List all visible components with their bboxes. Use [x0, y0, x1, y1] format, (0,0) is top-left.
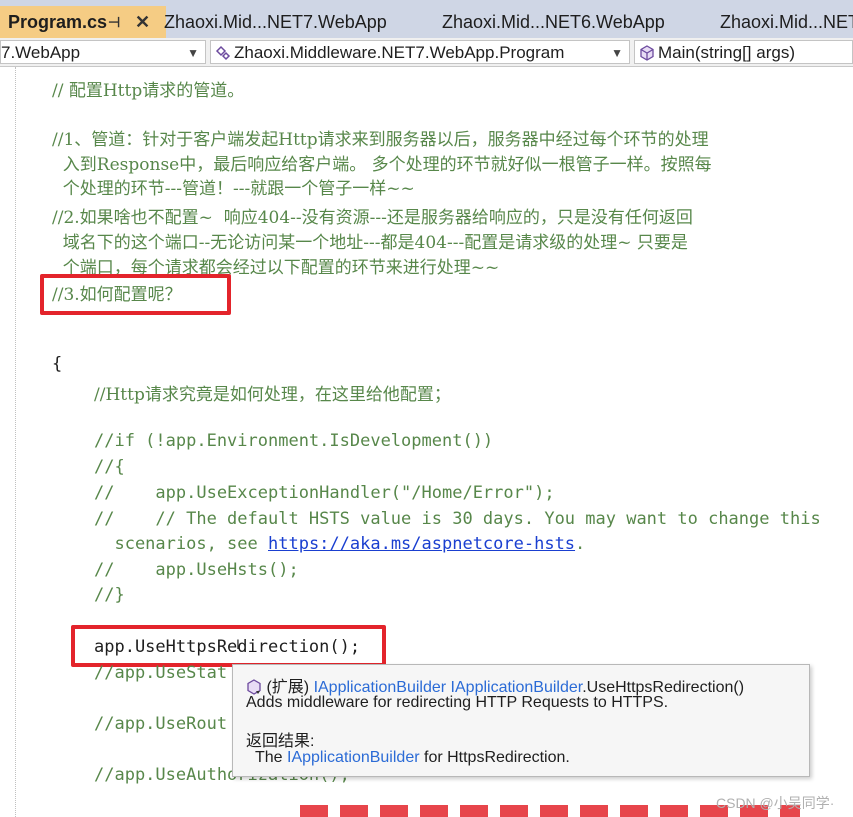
- highlight-box: [40, 274, 231, 315]
- tab-net7-webapp[interactable]: Zhaoxi.Mid...NET7.WebApp: [164, 6, 414, 38]
- code-line: // 配置Http请求的管道。: [52, 81, 245, 101]
- tab-label: Zhaoxi.Mid...NET: [720, 12, 853, 32]
- tooltip-returns-label: 返回结果:: [246, 733, 315, 750]
- code-line: // app.UseExceptionHandler("/Home/Error"…: [94, 483, 555, 503]
- tab-label: Zhaoxi.Mid...NET7.WebApp: [164, 12, 387, 32]
- pin-icon[interactable]: ⊣: [108, 6, 120, 38]
- project-label: 7.WebApp: [1, 43, 81, 62]
- open-brace: {: [52, 354, 63, 374]
- class-icon: [215, 45, 231, 61]
- code-line: // app.UseHsts();: [94, 560, 299, 580]
- code-line: //}: [94, 585, 125, 605]
- chevron-down-icon: ▼: [611, 46, 623, 60]
- code-line: //1、管道：针对于客户端发起Http请求来到服务器以后，服务器中经过每个环节的…: [52, 130, 709, 150]
- code-line: //app.UseStat: [94, 663, 228, 683]
- code-line: //app.UseRout: [94, 714, 228, 734]
- code-text: scenarios, see: [94, 534, 268, 554]
- returns-post: for HttpsRedirection.: [419, 749, 570, 766]
- member-label: Main(string[] args): [658, 43, 795, 62]
- code-line: //Http请求究竟是如何处理，在这里给他配置；: [94, 385, 451, 405]
- project-dropdown[interactable]: 7.WebApp ▼: [0, 40, 206, 64]
- watermark: CSDN @小吴同学·: [716, 795, 835, 811]
- code-line: //{: [94, 457, 125, 477]
- code-line: scenarios, see https://aka.ms/aspnetcore…: [94, 534, 585, 554]
- close-icon[interactable]: ✕: [135, 6, 150, 38]
- returns-pre: The: [255, 749, 288, 766]
- code-line: //if (!app.Environment.IsDevelopment()): [94, 431, 494, 451]
- member-dropdown[interactable]: Main(string[] args): [634, 40, 853, 64]
- tab-net-overflow[interactable]: Zhaoxi.Mid...NET: [720, 6, 853, 38]
- returns-type: IApplicationBuilder: [287, 749, 420, 766]
- document-tab-bar: Program.cs ⊣ ✕ Zhaoxi.Mid...NET7.WebApp …: [0, 0, 853, 39]
- class-dropdown[interactable]: Zhaoxi.Middleware.NET7.WebApp.Program ▼: [210, 40, 630, 64]
- code-line: // // The default HSTS value is 30 days.…: [94, 509, 821, 529]
- indent-guide: [15, 67, 16, 817]
- quickinfo-tooltip: (扩展) IApplicationBuilder IApplicationBui…: [232, 664, 810, 777]
- highlight-box: [71, 625, 386, 667]
- code-line: 入到Response中，最后响应给客户端。 多个处理的环节就好似一根管子一样。按…: [52, 155, 712, 175]
- class-label: Zhaoxi.Middleware.NET7.WebApp.Program: [234, 43, 565, 62]
- tooltip-returns-text: The IApplicationBuilder for HttpsRedirec…: [255, 749, 570, 767]
- tooltip-description: Adds middleware for redirecting HTTP Req…: [246, 694, 669, 711]
- navigation-bar: 7.WebApp ▼ Zhaoxi.Middleware.NET7.WebApp…: [0, 38, 853, 67]
- code-line: 个处理的环节---管道！---就跟一个管子一样~~: [52, 179, 415, 199]
- tab-label: Program.cs: [8, 12, 108, 32]
- hsts-link[interactable]: https://aka.ms/aspnetcore-hsts: [268, 534, 575, 554]
- code-line: //2.如果啥也不配置~ 响应404--没有资源---还是服务器给响应的，只是没…: [52, 208, 693, 228]
- extension-method-icon: [247, 679, 261, 695]
- tab-label: Zhaoxi.Mid...NET6.WebApp: [442, 12, 665, 32]
- tab-net6-webapp[interactable]: Zhaoxi.Mid...NET6.WebApp: [442, 6, 702, 38]
- method-cube-icon: [640, 45, 654, 61]
- tab-program-cs[interactable]: Program.cs ⊣ ✕: [0, 6, 166, 38]
- code-text: .: [575, 534, 586, 554]
- chevron-down-icon: ▼: [187, 46, 199, 60]
- code-line: 域名下的这个端口--无论访问某一个地址---都是404---配置是请求级的处理~…: [52, 233, 688, 253]
